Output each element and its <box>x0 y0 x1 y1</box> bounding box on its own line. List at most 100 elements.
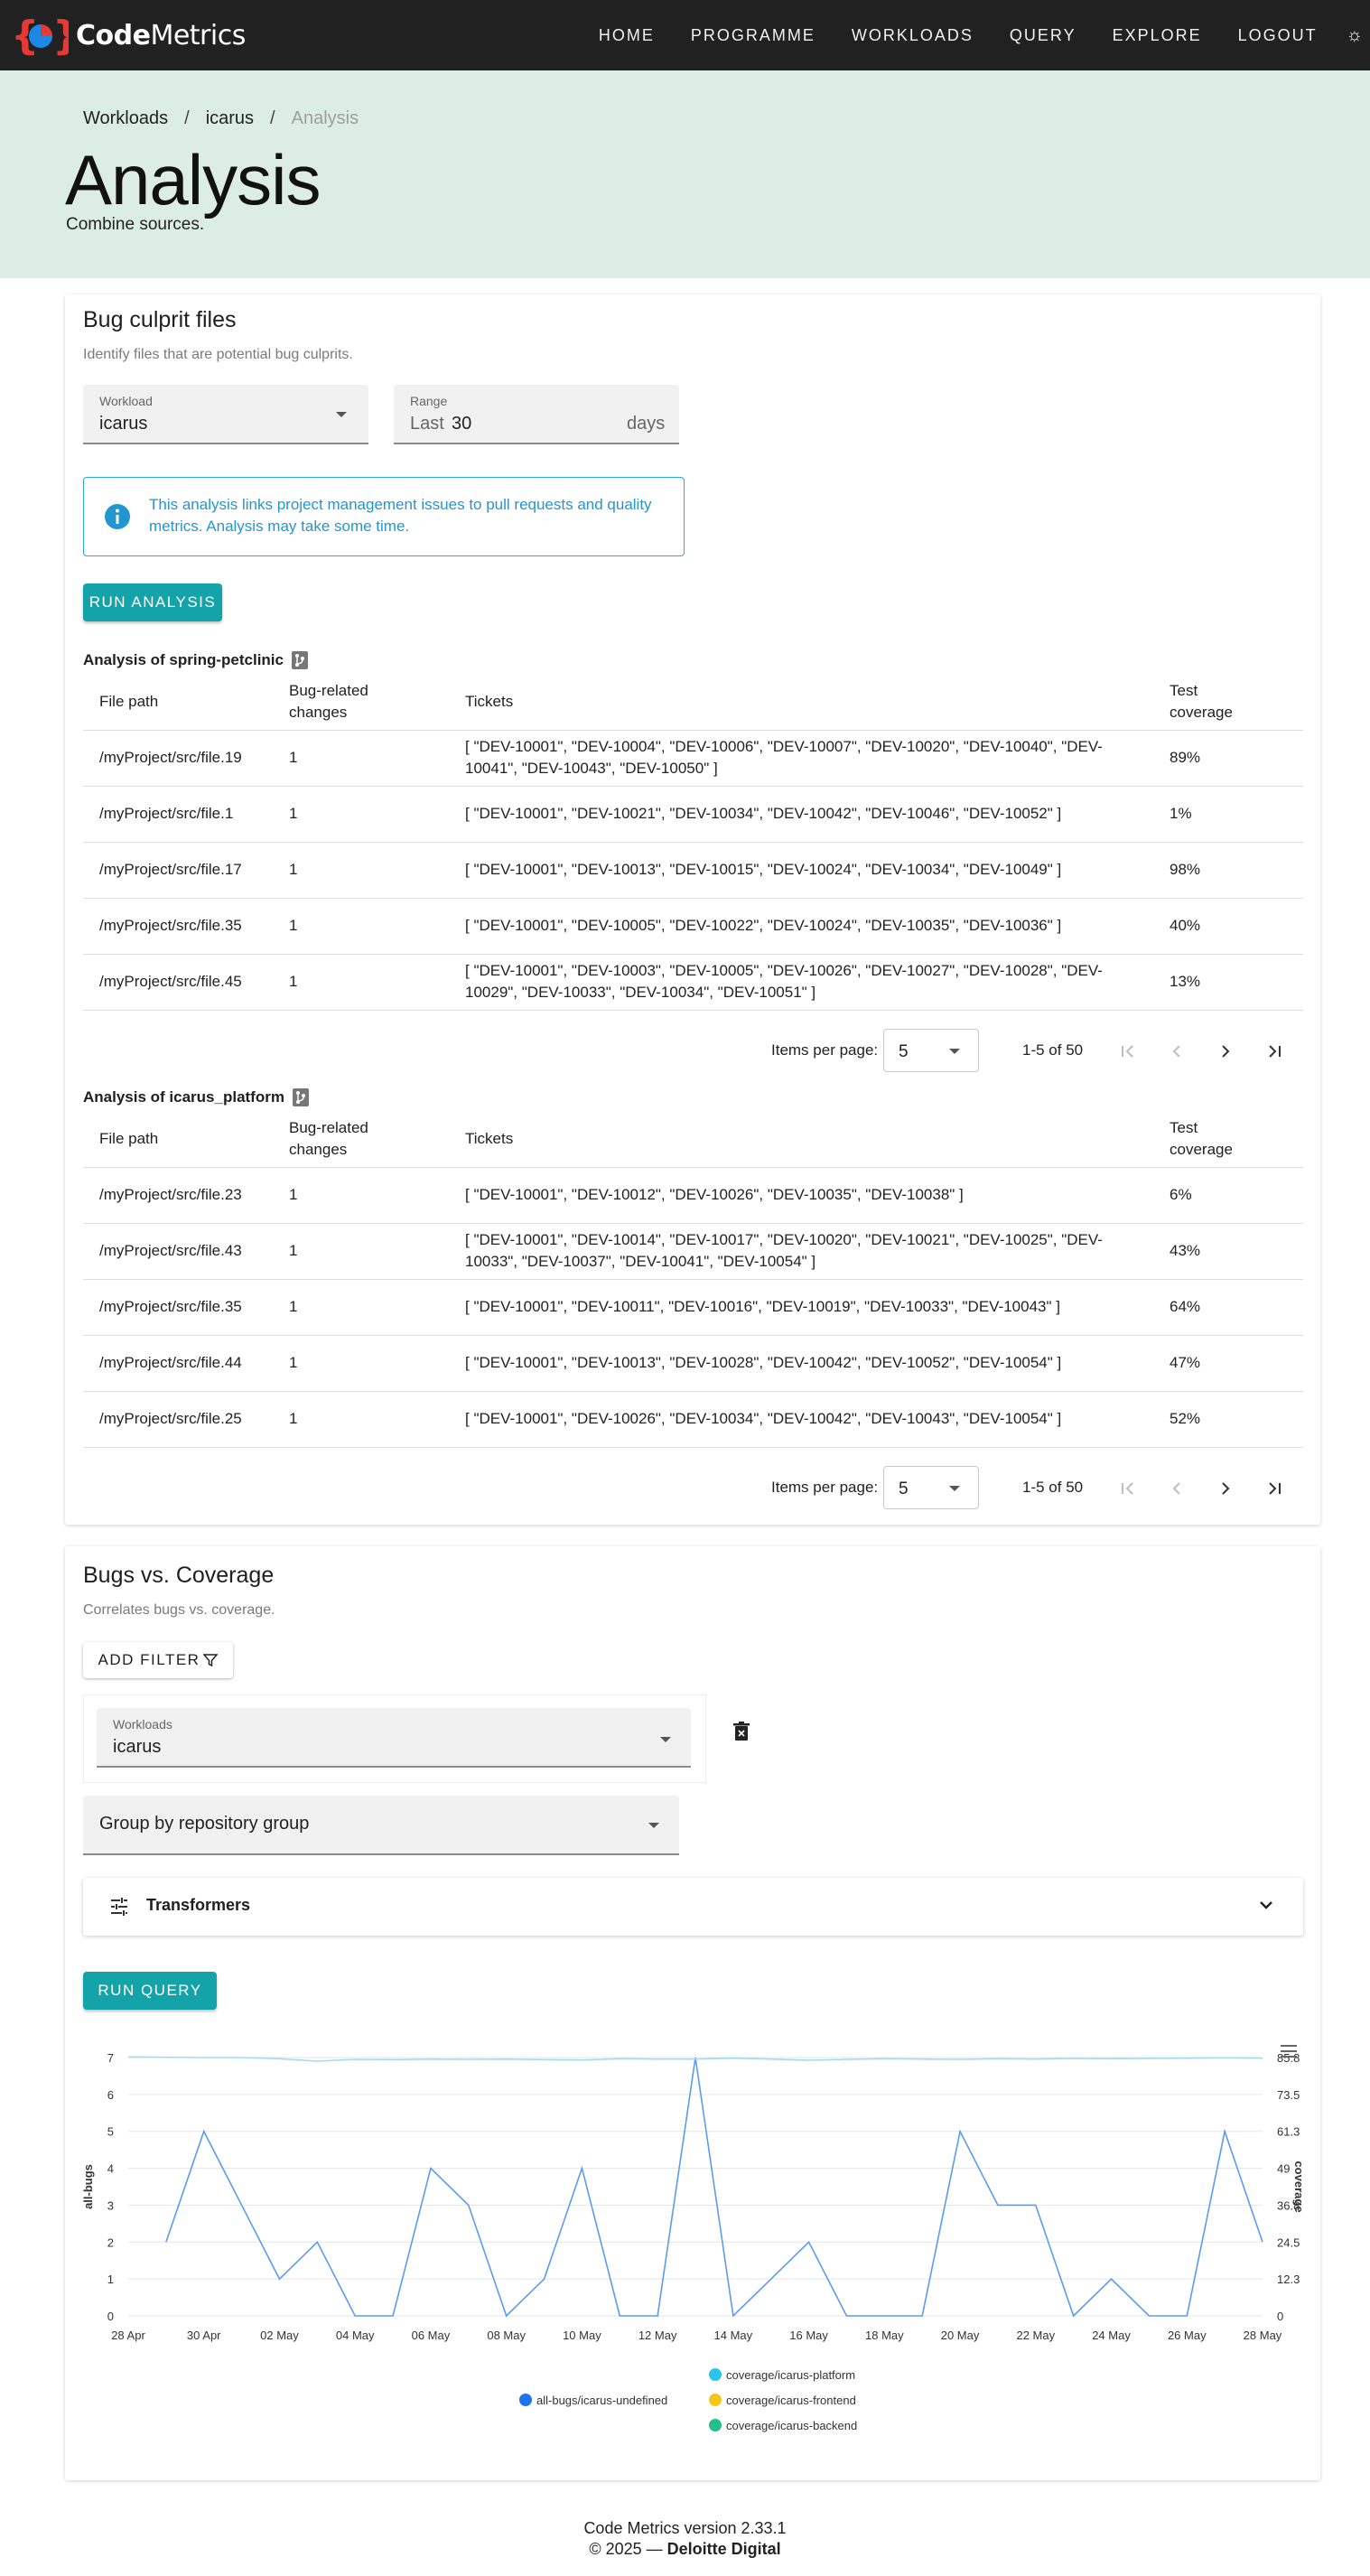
page-subtitle: Combine sources. <box>66 215 205 234</box>
top-navbar: { } CodeMetrics HOME PROGRAMME WORKLOADS… <box>0 0 1370 70</box>
table-row[interactable]: /myProject/src/file.43 1 [ "DEV-10001", … <box>83 1223 1303 1280</box>
items-per-page-label: Items per page: <box>771 1041 879 1059</box>
chevron-down-icon <box>949 1049 960 1054</box>
x-tick-label: 28 May <box>1244 2329 1282 2342</box>
breadcrumb-icarus[interactable]: icarus <box>206 108 254 129</box>
nav-programme[interactable]: PROGRAMME <box>691 26 815 45</box>
brand-logo[interactable]: { } CodeMetrics <box>11 13 246 58</box>
footer-company: Deloitte Digital <box>666 2540 781 2558</box>
first-page-icon[interactable] <box>1116 1040 1140 1063</box>
first-page-icon[interactable] <box>1116 1477 1140 1500</box>
items-per-page-label: Items per page: <box>771 1479 879 1496</box>
codemetrics-logo-icon: { } <box>11 13 69 58</box>
run-query-button[interactable]: RUN QUERY <box>83 1972 217 2010</box>
cell-bugs: 1 <box>273 1391 449 1448</box>
col-bug-changes[interactable]: Bug-related changes <box>273 674 449 731</box>
cell-tickets: [ "DEV-10001", "DEV-10003", "DEV-10005",… <box>449 954 1153 1011</box>
nav-query[interactable]: QUERY <box>1010 26 1076 45</box>
tune-icon <box>111 1898 127 1916</box>
table-row[interactable]: /myProject/src/file.44 1 [ "DEV-10001", … <box>83 1335 1303 1392</box>
table-row[interactable]: /myProject/src/file.35 1 [ "DEV-10001", … <box>83 898 1303 955</box>
col-tickets[interactable]: Tickets <box>449 1111 1153 1168</box>
workloads-select[interactable]: Workloads icarus <box>97 1708 691 1768</box>
bugs-coverage-chart: 0 1 2 3 4 5 6 7 0 12.3 24.5 36.8 49 61.3 73.5 85.8 28 Ap… <box>81 2030 1306 2473</box>
nav-logout[interactable]: LOGOUT <box>1238 26 1318 45</box>
col-file-path[interactable]: File path <box>83 674 273 731</box>
cell-path: /myProject/src/file.35 <box>83 1279 273 1336</box>
x-tick-label: 08 May <box>487 2329 526 2342</box>
x-tick-label: 22 May <box>1016 2329 1055 2342</box>
cell-tickets: [ "DEV-10001", "DEV-10021", "DEV-10034",… <box>449 786 1153 843</box>
cell-tickets: [ "DEV-10001", "DEV-10026", "DEV-10034",… <box>449 1391 1153 1448</box>
footer: Code Metrics version 2.33.1 © 2025 — Del… <box>0 2518 1370 2560</box>
nav-workloads[interactable]: WORKLOADS <box>852 26 974 45</box>
cell-bugs: 1 <box>273 1167 449 1224</box>
nav-explore[interactable]: EXPLORE <box>1113 26 1202 45</box>
range-field[interactable]: Range Last 30 days <box>394 385 679 444</box>
group-by-select[interactable]: Group by repository group <box>83 1796 679 1855</box>
table-row[interactable]: /myProject/src/file.25 1 [ "DEV-10001", … <box>83 1391 1303 1448</box>
y-left-tick-label: 2 <box>107 2235 114 2249</box>
col-file-path[interactable]: File path <box>83 1111 273 1168</box>
prev-page-icon[interactable] <box>1165 1477 1188 1500</box>
table-row[interactable]: /myProject/src/file.23 1 [ "DEV-10001", … <box>83 1167 1303 1224</box>
last-page-icon[interactable] <box>1263 1040 1286 1063</box>
range-input[interactable]: 30 <box>452 414 471 434</box>
breadcrumb-workloads[interactable]: Workloads <box>83 108 168 129</box>
table-row[interactable]: /myProject/src/file.19 1 [ "DEV-10001", … <box>83 730 1303 787</box>
last-page-icon[interactable] <box>1263 1477 1286 1500</box>
menu-icon-bar <box>1281 2050 1297 2052</box>
menu-icon-bar <box>1281 2056 1297 2058</box>
delete-filter-icon[interactable] <box>733 1722 750 1741</box>
cell-bugs: 1 <box>273 842 449 899</box>
x-tick-label: 30 Apr <box>187 2329 221 2342</box>
table-row[interactable]: /myProject/src/file.1 1 [ "DEV-10001", "… <box>83 786 1303 843</box>
table-row[interactable]: /myProject/src/file.45 1 [ "DEV-10001", … <box>83 954 1303 1011</box>
items-per-page-select[interactable]: 5 <box>883 1029 979 1072</box>
add-filter-button[interactable]: ADD FILTER <box>83 1642 233 1678</box>
nav-home[interactable]: HOME <box>599 26 655 45</box>
pagination-icarus-platform: Items per page: 5 1-5 of 50 <box>83 1466 1303 1511</box>
sun-icon[interactable]: ☼ <box>1347 25 1363 46</box>
table-row[interactable]: /myProject/src/file.17 1 [ "DEV-10001", … <box>83 842 1303 899</box>
items-per-page-select[interactable]: 5 <box>883 1466 979 1509</box>
col-test-coverage[interactable]: Test coverage <box>1153 1111 1303 1168</box>
cell-bugs: 1 <box>273 1279 449 1336</box>
cell-bugs: 1 <box>273 730 449 787</box>
table-header-row: File path Bug-related changes Tickets Tes… <box>83 1111 1303 1168</box>
run-analysis-button[interactable]: RUN ANALYSIS <box>83 583 222 621</box>
table-row[interactable]: /myProject/src/file.35 1 [ "DEV-10001", … <box>83 1279 1303 1336</box>
bug-culprit-card: Bug culprit files Identify files that ar… <box>65 294 1320 1525</box>
next-page-icon[interactable] <box>1214 1040 1237 1063</box>
transformers-label: Transformers <box>146 1896 251 1914</box>
nav-links: HOME PROGRAMME WORKLOADS QUERY EXPLORE L… <box>581 0 1370 70</box>
cell-path: /myProject/src/file.35 <box>83 898 273 955</box>
chevron-down-icon <box>949 1486 960 1491</box>
cell-path: /myProject/src/file.19 <box>83 730 273 787</box>
col-test-coverage[interactable]: Test coverage <box>1153 674 1303 731</box>
y-left-tick-label: 5 <box>107 2125 114 2139</box>
x-tick-label: 12 May <box>638 2329 677 2342</box>
cell-tickets: [ "DEV-10001", "DEV-10012", "DEV-10026",… <box>449 1167 1153 1224</box>
x-tick-label: 16 May <box>789 2329 828 2342</box>
transformers-accordion[interactable]: Transformers <box>83 1878 1303 1936</box>
col-bug-changes[interactable]: Bug-related changes <box>273 1111 449 1168</box>
chevron-down-icon <box>1260 1901 1272 1909</box>
prev-page-icon[interactable] <box>1165 1040 1188 1063</box>
series-line-all-bugs-icarus-undefined <box>165 2057 1263 2318</box>
cell-coverage: 98% <box>1153 842 1303 899</box>
y-left-tick-label: 1 <box>107 2273 114 2286</box>
workload-select[interactable]: Workload icarus <box>83 385 368 444</box>
filter-icon <box>203 1654 219 1667</box>
info-icon <box>105 504 130 529</box>
pagination-spring-petclinic: Items per page: 5 1-5 of 50 <box>83 1029 1303 1074</box>
col-tickets[interactable]: Tickets <box>449 674 1153 731</box>
cell-bugs: 1 <box>273 954 449 1011</box>
x-tick-label: 02 May <box>260 2329 299 2342</box>
cell-bugs: 1 <box>273 786 449 843</box>
next-page-icon[interactable] <box>1214 1477 1237 1500</box>
cell-coverage: 6% <box>1153 1167 1303 1224</box>
bugs-coverage-card: Bugs vs. Coverage Correlates bugs vs. co… <box>65 1546 1320 2480</box>
cell-coverage: 89% <box>1153 730 1303 787</box>
git-repo-icon <box>292 1088 309 1106</box>
